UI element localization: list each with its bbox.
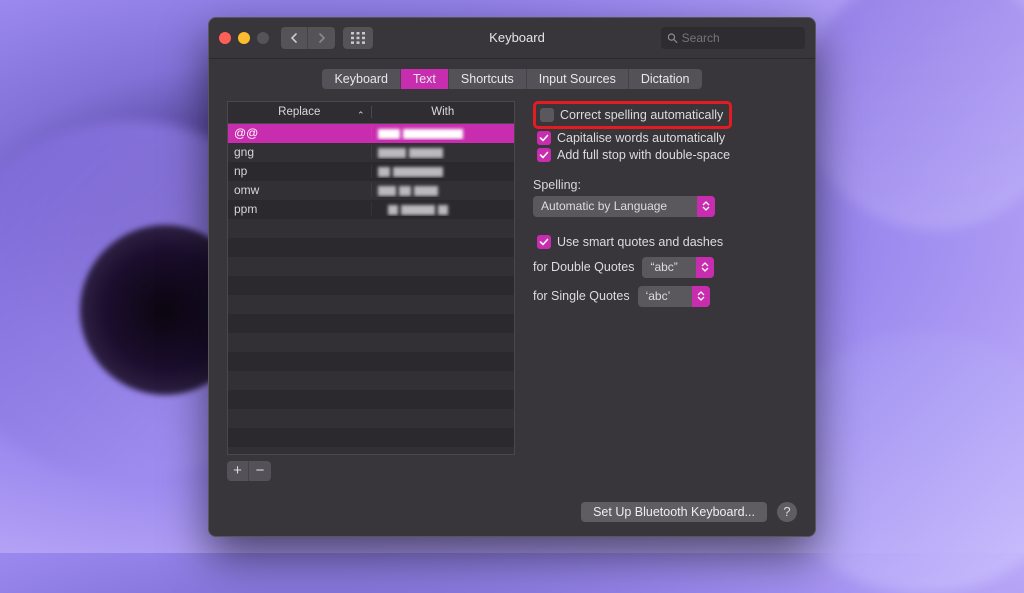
table-row[interactable]	[228, 238, 514, 257]
table-row[interactable]	[228, 428, 514, 447]
select-single-quotes[interactable]: ‘abc’	[638, 286, 710, 307]
table-header: Replace ⌃ With	[227, 101, 515, 123]
tab-keyboard[interactable]: Keyboard	[322, 69, 401, 89]
select-spelling-language[interactable]: Automatic by Language	[533, 196, 715, 217]
chevron-left-icon	[290, 33, 298, 43]
table-row[interactable]	[228, 333, 514, 352]
show-all-button[interactable]	[343, 27, 373, 49]
check-icon	[539, 150, 549, 160]
cell-replace: @@	[228, 126, 371, 140]
cell-replace: ppm	[228, 202, 371, 216]
table-row[interactable]: ppm	[228, 200, 514, 219]
select-double-quotes-value: “abc”	[642, 260, 696, 274]
label-spelling: Spelling:	[533, 178, 797, 192]
stepper-icon	[696, 257, 714, 278]
table-row[interactable]	[228, 409, 514, 428]
options-panel: Correct spelling automatically Capitalis…	[533, 101, 797, 481]
tab-segmented-control: Keyboard Text Shortcuts Input Sources Di…	[322, 69, 701, 89]
stepper-icon	[697, 196, 715, 217]
forward-button[interactable]	[308, 27, 335, 49]
grid-icon	[351, 32, 365, 44]
cell-replace: np	[228, 164, 371, 178]
check-icon	[539, 133, 549, 143]
table-body[interactable]: @@ gng np omw ppm	[227, 123, 515, 455]
table-row[interactable]	[228, 352, 514, 371]
column-replace[interactable]: Replace ⌃	[228, 106, 372, 118]
minimize-window-button[interactable]	[238, 32, 250, 44]
table-row[interactable]	[228, 390, 514, 409]
tab-text[interactable]: Text	[401, 69, 449, 89]
add-remove-controls: + −	[227, 461, 515, 481]
footer: Set Up Bluetooth Keyboard... ?	[581, 502, 797, 522]
checkbox-smart-quotes[interactable]	[537, 235, 551, 249]
remove-button[interactable]: −	[249, 461, 271, 481]
table-row[interactable]: gng	[228, 143, 514, 162]
bluetooth-keyboard-button[interactable]: Set Up Bluetooth Keyboard...	[581, 502, 767, 522]
tab-bar: Keyboard Text Shortcuts Input Sources Di…	[209, 59, 815, 101]
table-row[interactable]	[228, 276, 514, 295]
label-correct-spelling: Correct spelling automatically	[560, 108, 723, 122]
select-spelling-value: Automatic by Language	[533, 199, 697, 213]
cell-replace: gng	[228, 145, 371, 159]
table-row[interactable]	[228, 257, 514, 276]
table-row[interactable]: omw	[228, 181, 514, 200]
column-replace-label: Replace	[278, 106, 320, 118]
table-row[interactable]	[228, 314, 514, 333]
label-capitalise: Capitalise words automatically	[557, 131, 725, 145]
tab-dictation[interactable]: Dictation	[629, 69, 702, 89]
cell-with	[371, 145, 515, 159]
table-row[interactable]: np	[228, 162, 514, 181]
select-single-quotes-value: ‘abc’	[638, 289, 692, 303]
zoom-window-button[interactable]	[257, 32, 269, 44]
table-row[interactable]: @@	[228, 124, 514, 143]
help-button[interactable]: ?	[777, 502, 797, 522]
table-row[interactable]	[228, 447, 514, 455]
cell-replace: omw	[228, 183, 371, 197]
label-full-stop: Add full stop with double-space	[557, 148, 730, 162]
window-controls	[219, 32, 269, 44]
column-with[interactable]: With	[372, 106, 515, 118]
table-row[interactable]	[228, 371, 514, 390]
checkbox-full-stop[interactable]	[537, 148, 551, 162]
check-icon	[539, 237, 549, 247]
label-smart-quotes: Use smart quotes and dashes	[557, 235, 723, 249]
window-title: Keyboard	[373, 30, 661, 45]
cell-with	[371, 164, 515, 178]
select-double-quotes[interactable]: “abc”	[642, 257, 714, 278]
tab-input-sources[interactable]: Input Sources	[527, 69, 629, 89]
search-icon	[667, 32, 678, 44]
search-input[interactable]	[682, 31, 799, 45]
stepper-icon	[692, 286, 710, 307]
sort-caret-icon: ⌃	[357, 110, 365, 121]
nav-buttons	[281, 27, 335, 49]
label-single-quotes: for Single Quotes	[533, 289, 630, 303]
titlebar: Keyboard	[209, 18, 815, 59]
cell-with	[371, 202, 515, 216]
add-button[interactable]: +	[227, 461, 249, 481]
label-double-quotes: for Double Quotes	[533, 260, 634, 274]
checkbox-correct-spelling[interactable]	[540, 108, 554, 122]
search-field[interactable]	[661, 27, 805, 49]
checkbox-capitalise[interactable]	[537, 131, 551, 145]
content-area: Replace ⌃ With @@ gng np	[209, 101, 815, 491]
annotation-highlight: Correct spelling automatically	[533, 101, 732, 129]
back-button[interactable]	[281, 27, 308, 49]
table-row[interactable]	[228, 219, 514, 238]
cell-with	[371, 126, 515, 140]
tab-shortcuts[interactable]: Shortcuts	[449, 69, 527, 89]
close-window-button[interactable]	[219, 32, 231, 44]
preferences-window: Keyboard Keyboard Text Shortcuts Input S…	[208, 17, 816, 537]
text-replacements-table: Replace ⌃ With @@ gng np	[227, 101, 515, 481]
cell-with	[371, 183, 515, 197]
table-row[interactable]	[228, 295, 514, 314]
chevron-right-icon	[318, 33, 326, 43]
